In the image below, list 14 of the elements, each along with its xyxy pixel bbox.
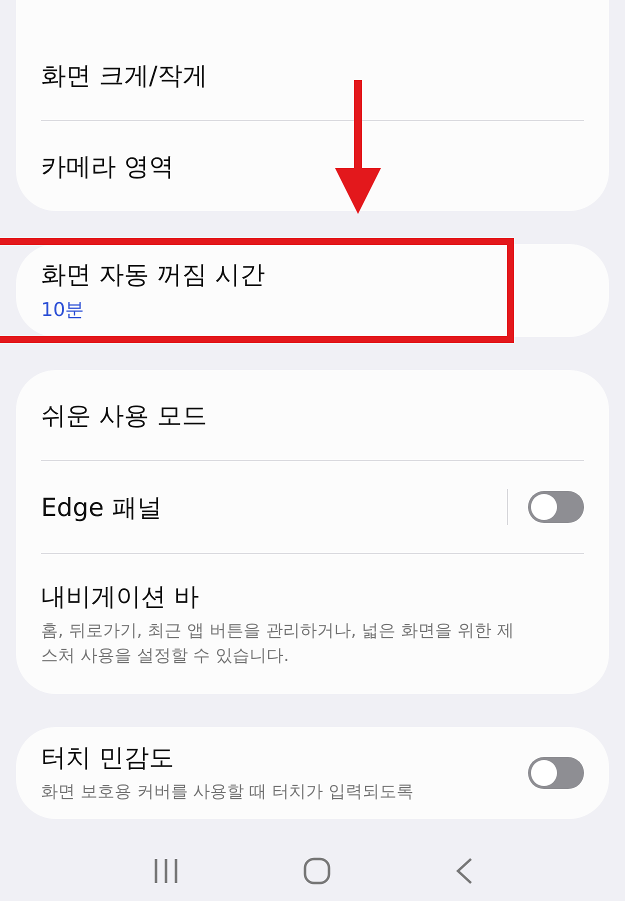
setting-description: 화면 보호용 커버를 사용할 때 터치가 입력되도록 [41,781,414,804]
setting-value: 10분 [41,298,86,323]
setting-title: Edge 패널 [41,492,163,524]
setting-title: 카메라 영역 [41,150,175,182]
back-icon[interactable] [455,857,474,885]
setting-title: 터치 민감도 [41,742,175,774]
setting-title: 화면 자동 꺼짐 시간 [41,259,266,291]
toggle-switch[interactable] [528,757,584,789]
home-icon[interactable] [303,857,332,885]
setting-description: 홈, 뒤로가기, 최근 앱 버튼을 관리하거나, 넓은 화면을 위한 제스처 사용을 설정할 수 있습니다. [41,620,515,668]
setting-title: 내비게이션 바 [41,580,200,613]
setting-title: 쉬운 사용 모드 [41,400,208,432]
toggle-switch[interactable] [528,491,584,523]
setting-title: 화면 크게/작게 [41,60,208,92]
